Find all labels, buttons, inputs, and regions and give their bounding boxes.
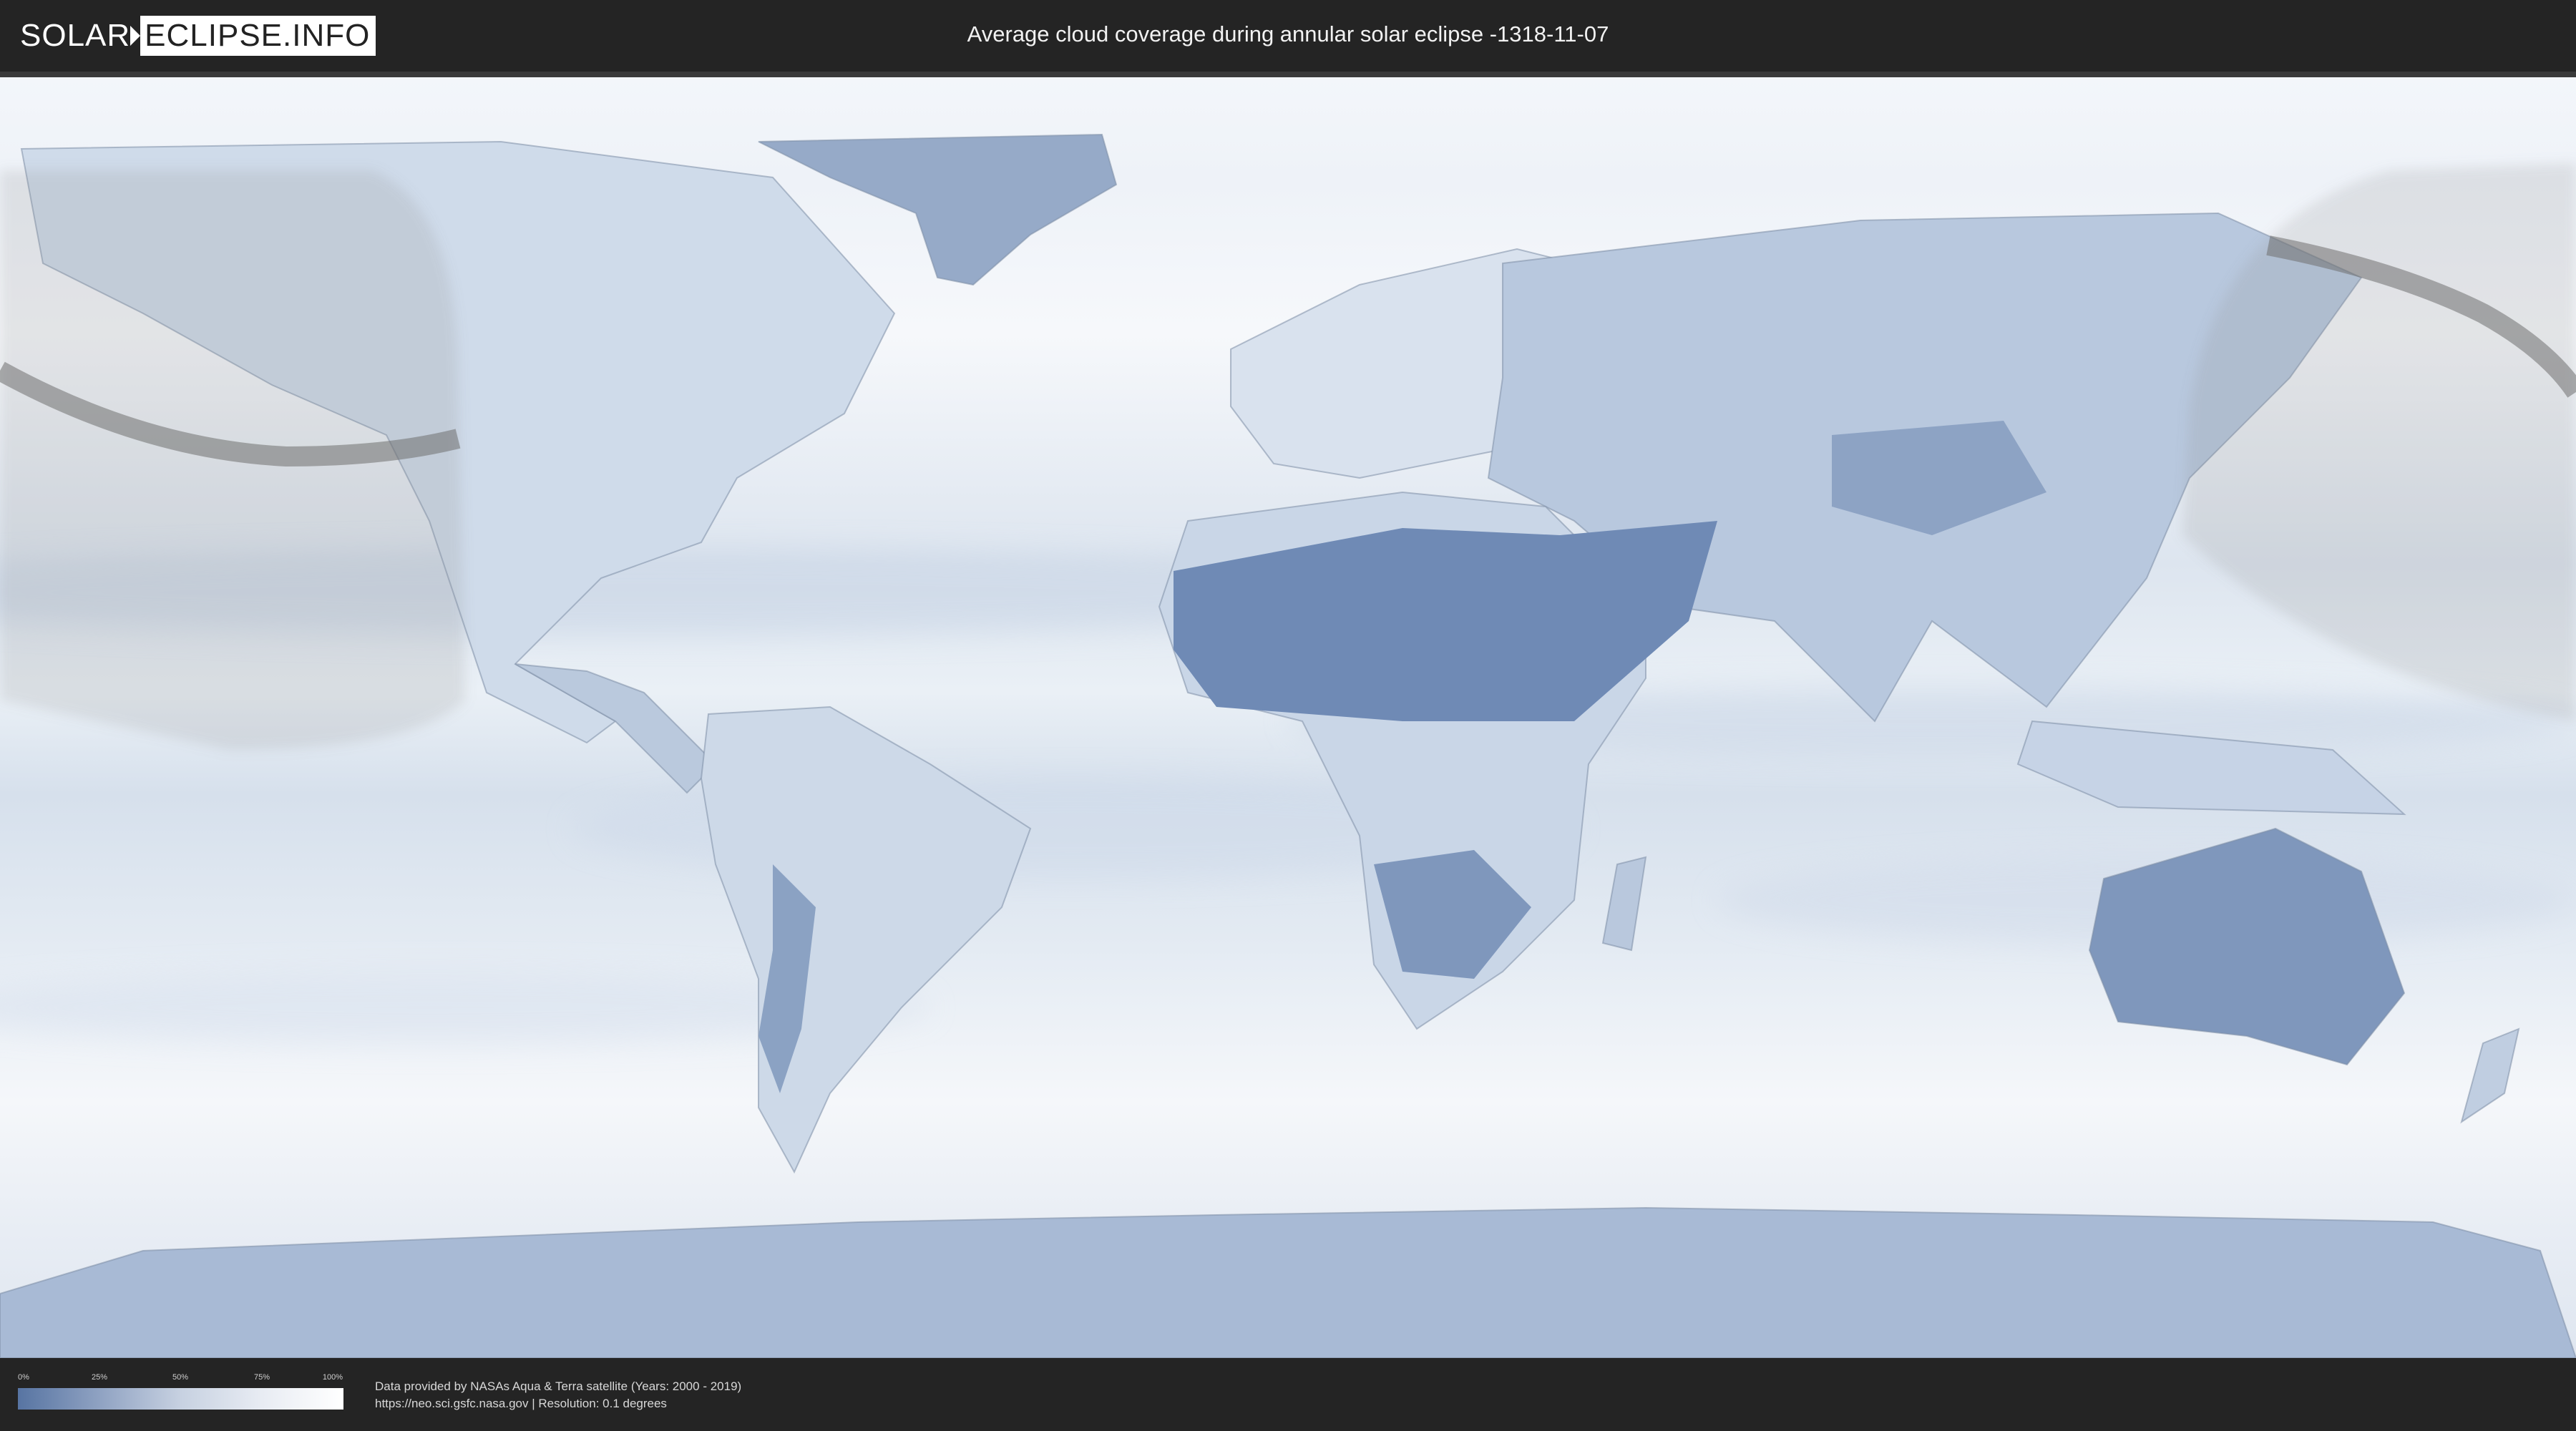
cloud-coverage-map[interactable] (0, 77, 2576, 1358)
header-bar: SOLAR ECLIPSE.INFO Average cloud coverag… (0, 0, 2576, 72)
data-credit: Data provided by NASAs Aqua & Terra sate… (375, 1378, 741, 1412)
legend-color-ramp (18, 1388, 343, 1410)
page-title: Average cloud coverage during annular so… (967, 21, 1609, 47)
legend-tick-75: 75% (253, 1373, 270, 1382)
legend-tick-100: 100% (322, 1373, 343, 1382)
footer-bar: 0% 25% 50% 75% 100% Data provided by NAS… (0, 1358, 2576, 1431)
credit-url[interactable]: https://neo.sci.gsfc.nasa.gov | Resoluti… (375, 1395, 741, 1412)
credit-source: Data provided by NASAs Aqua & Terra sate… (375, 1379, 742, 1393)
legend-tick-50: 50% (172, 1373, 189, 1382)
cloud-coverage-legend: 0% 25% 50% 75% 100% (18, 1372, 343, 1415)
header-divider (0, 72, 2576, 77)
legend-tick-25: 25% (91, 1373, 108, 1382)
legend-tick-0: 0% (18, 1373, 29, 1382)
